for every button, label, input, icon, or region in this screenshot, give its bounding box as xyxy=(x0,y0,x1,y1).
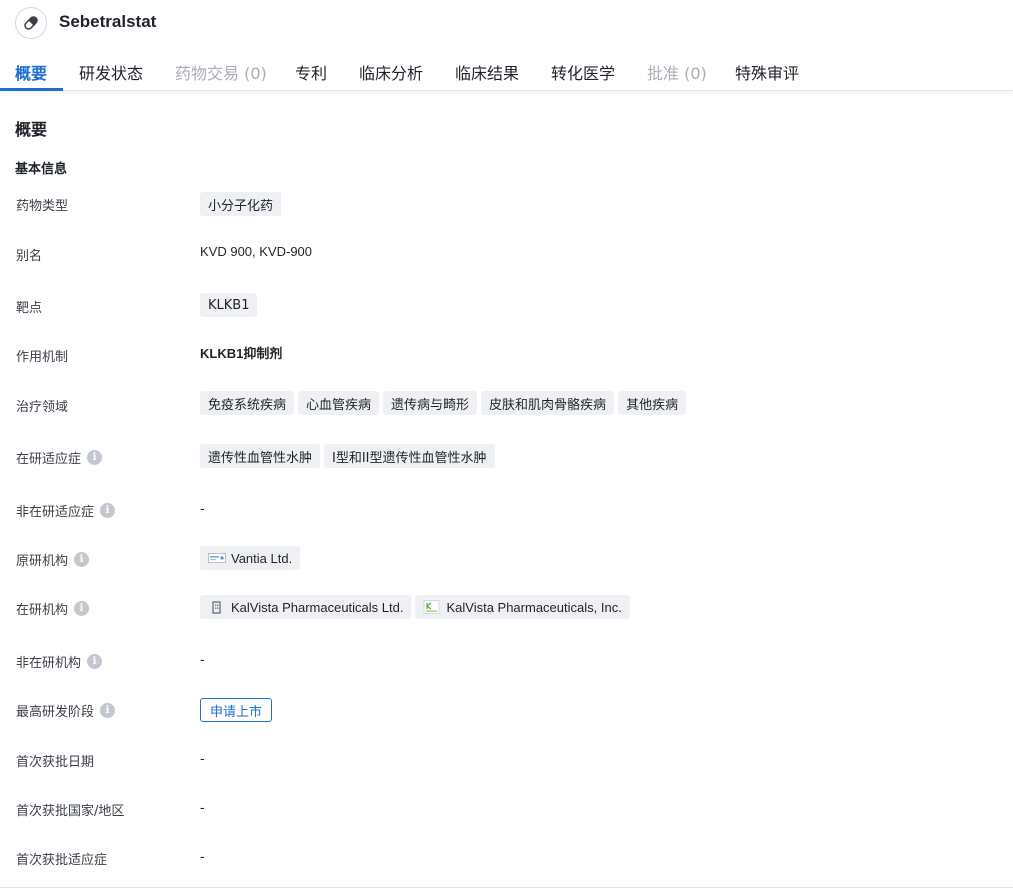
therapeutic-area-tag[interactable]: 遗传病与畸形 xyxy=(383,391,478,415)
info-icon[interactable]: i xyxy=(100,703,116,718)
aliases-value: KVD 900, KVD-900 xyxy=(200,244,312,259)
info-icon[interactable]: i xyxy=(74,552,90,567)
tab-dev-status[interactable]: 研发状态 xyxy=(79,60,143,84)
section-title: 概要 xyxy=(15,120,48,139)
highest-phase-label: 最高研发阶段 i xyxy=(16,701,116,720)
target-label: 靶点 xyxy=(16,301,43,316)
tab-clinical-analysis[interactable]: 临床分析 xyxy=(359,60,423,84)
drug-title: Sebetralstat xyxy=(59,12,157,31)
active-orgs-label: 在研机构 i xyxy=(16,599,90,618)
mechanism-label: 作用机制 xyxy=(16,350,69,365)
info-icon[interactable]: i xyxy=(87,450,103,465)
aliases-text: KVD 900, KVD-900 xyxy=(200,244,313,259)
first-approval-date-label: 首次获批日期 xyxy=(16,755,95,770)
active-indications-value: 遗传性血管性水肿 I型和II型遗传性血管性水肿 xyxy=(200,444,495,468)
bottom-divider xyxy=(0,887,1013,888)
active-orgs-value: KalVista Pharmaceuticals Ltd. KalVista P… xyxy=(200,595,630,619)
therapeutic-areas-value: 免疫系统疾病 心血管疾病 遗传病与畸形 皮肤和肌肉骨骼疾病 其他疾病 xyxy=(200,391,687,415)
building-icon xyxy=(212,601,221,614)
org-tag[interactable]: KalVista Pharmaceuticals, Inc. xyxy=(415,595,630,619)
first-approval-country-label: 首次获批国家/地区 xyxy=(16,804,125,819)
indication-tag[interactable]: I型和II型遗传性血管性水肿 xyxy=(324,444,495,468)
tab-patents[interactable]: 专利 xyxy=(295,60,327,84)
indication-tag[interactable]: 遗传性血管性水肿 xyxy=(200,444,321,468)
tab-overview[interactable]: 概要 xyxy=(15,60,47,84)
tab-translational[interactable]: 转化医学 xyxy=(551,60,615,84)
therapeutic-area-tag[interactable]: 心血管疾病 xyxy=(298,391,380,415)
tab-approvals[interactable]: 批准 (0) xyxy=(647,60,707,84)
org-tag[interactable]: KalVista Pharmaceuticals Ltd. xyxy=(200,595,412,619)
info-icon[interactable]: i xyxy=(74,601,90,616)
therapeutic-area-tag[interactable]: 其他疾病 xyxy=(618,391,687,415)
drug-type-tag[interactable]: 小分子化药 xyxy=(200,192,282,216)
inactive-indications-label: 非在研适应症 i xyxy=(16,501,116,520)
pill-icon xyxy=(15,7,47,39)
phase-badge: 申请上市 xyxy=(200,698,273,722)
inactive-orgs-value: - xyxy=(200,653,205,668)
basic-info-title: 基本信息 xyxy=(15,162,68,177)
inactive-indications-value: - xyxy=(200,502,205,517)
aliases-label: 别名 xyxy=(16,249,43,264)
tab-bar: 概要 研发状态 药物交易 (0) 专利 临床分析 临床结果 转化医学 批准 (0… xyxy=(0,52,1013,91)
first-approval-country-value: - xyxy=(200,801,205,816)
originator-value: Vantia Ltd. xyxy=(200,546,301,570)
mechanism-value: KLKB1抑制剂 xyxy=(200,343,282,362)
info-icon[interactable]: i xyxy=(87,654,103,669)
org-tag[interactable]: Vantia Ltd. xyxy=(200,546,301,570)
therapeutic-area-tag[interactable]: 免疫系统疾病 xyxy=(200,391,295,415)
target-value: KLKB1 xyxy=(200,293,258,317)
kalvista-logo-icon xyxy=(423,600,440,614)
tab-clinical-results[interactable]: 临床结果 xyxy=(455,60,519,84)
target-tag[interactable]: KLKB1 xyxy=(200,293,258,317)
first-approval-indication-value: - xyxy=(200,850,205,865)
first-approval-date-value: - xyxy=(200,752,205,767)
active-indications-label: 在研适应症 i xyxy=(16,448,103,467)
tab-deals[interactable]: 药物交易 (0) xyxy=(175,60,267,84)
highest-phase-value: 申请上市 xyxy=(200,698,273,722)
vantia-logo-icon xyxy=(208,553,226,563)
inactive-orgs-label: 非在研机构 i xyxy=(16,652,103,671)
therapeutic-area-tag[interactable]: 皮肤和肌肉骨骼疾病 xyxy=(481,391,615,415)
first-approval-indication-label: 首次获批适应症 xyxy=(16,853,108,868)
active-tab-indicator xyxy=(0,88,63,91)
mechanism-text[interactable]: KLKB1抑制剂 xyxy=(200,343,282,362)
info-icon[interactable]: i xyxy=(100,503,116,518)
tab-special-review[interactable]: 特殊审评 xyxy=(735,60,799,84)
drug-type-label: 药物类型 xyxy=(16,199,69,214)
therapeutic-areas-label: 治疗领域 xyxy=(16,400,69,415)
drug-type-value: 小分子化药 xyxy=(200,192,282,216)
originator-label: 原研机构 i xyxy=(16,550,90,569)
drug-header: Sebetralstat xyxy=(0,0,1013,46)
